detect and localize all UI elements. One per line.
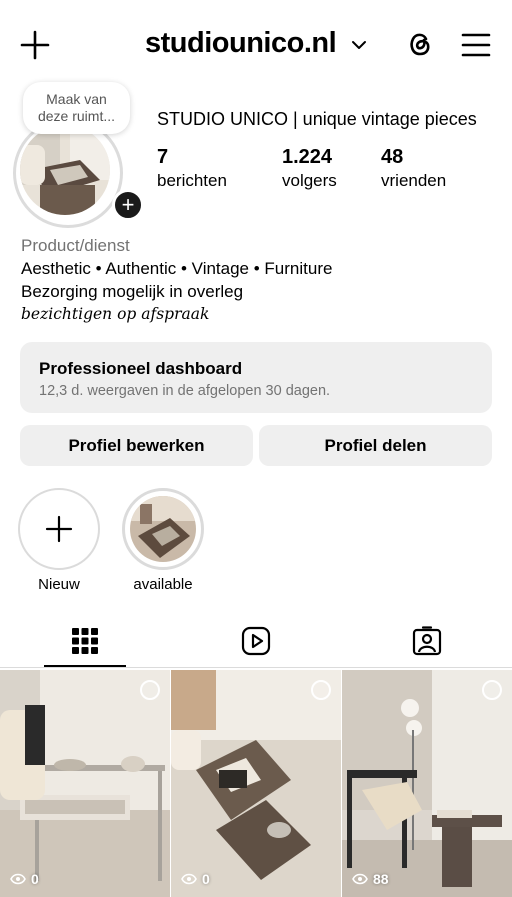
share-profile-button[interactable]: Profiel delen [259, 425, 492, 466]
avatar-image [20, 125, 110, 215]
highlight-new-circle [18, 488, 100, 570]
note-bubble[interactable]: Maak van deze ruimt... [23, 82, 130, 134]
post-thumbnail[interactable]: 0 [0, 670, 170, 897]
bio-line-2: Bezorging mogelijk in overleg [21, 282, 244, 301]
stat-posts-label: berichten [157, 171, 227, 190]
profile-tabs [0, 618, 512, 668]
stat-friends-label: vrienden [381, 171, 447, 190]
note-line-2: deze ruimt... [37, 108, 116, 124]
top-bar: studiounico.nl [0, 0, 512, 90]
active-tab-indicator [44, 665, 126, 667]
stat-posts-value: 7 [157, 146, 169, 168]
eye-icon [181, 873, 197, 885]
select-circle-icon[interactable] [311, 680, 331, 700]
threads-icon[interactable] [404, 28, 436, 60]
dashboard-title: Professioneel dashboard [39, 359, 243, 378]
note-line-1: Maak van [46, 91, 107, 107]
tagged-icon [412, 626, 442, 656]
stat-friends[interactable]: 48 vrienden [381, 146, 446, 191]
posts-grid: 0 0 88 [0, 670, 512, 897]
highlight-available-label: available [133, 576, 193, 593]
edit-profile-button[interactable]: Profiel bewerken [20, 425, 253, 466]
profile-category: Product/dienst [21, 236, 130, 255]
grid-icon [72, 628, 98, 654]
stat-followers[interactable]: 1.224 volgers [282, 146, 337, 191]
highlight-new[interactable]: Nieuw [18, 488, 100, 593]
bio-line-3: bezichtigen op afspraak [21, 305, 210, 323]
plus-icon[interactable] [18, 28, 52, 62]
tab-tagged[interactable] [342, 618, 512, 668]
tab-reels[interactable] [171, 618, 341, 668]
post-views-count: 0 [31, 871, 39, 887]
post-thumbnail[interactable]: 88 [342, 670, 512, 897]
eye-icon [10, 873, 26, 885]
highlight-available-circle [122, 488, 204, 570]
account-username[interactable]: studiounico.nl [145, 27, 337, 60]
add-story-plus-icon[interactable]: + [112, 189, 144, 221]
hamburger-menu-icon[interactable] [461, 31, 491, 59]
stat-followers-label: volgers [282, 171, 337, 190]
highlight-new-label: Nieuw [38, 576, 80, 593]
stat-followers-value: 1.224 [282, 146, 333, 168]
bio-line-1: Aesthetic • Authentic • Vintage • Furnit… [21, 259, 333, 278]
post-thumbnail[interactable]: 0 [171, 670, 341, 897]
select-circle-icon[interactable] [140, 680, 160, 700]
post-views-count: 0 [202, 871, 210, 887]
reels-icon [241, 626, 271, 656]
select-circle-icon[interactable] [482, 680, 502, 700]
post-views: 0 [181, 871, 210, 887]
post-views: 0 [10, 871, 39, 887]
post-views: 88 [352, 871, 389, 887]
stat-posts[interactable]: 7 berichten [157, 146, 227, 191]
professional-dashboard[interactable]: Professioneel dashboard 12,3 d. weergave… [20, 342, 492, 413]
tab-grid[interactable] [0, 618, 170, 668]
post-views-count: 88 [373, 871, 389, 887]
dashboard-subtitle: 12,3 d. weergaven in de afgelopen 30 dag… [39, 383, 331, 399]
chevron-down-icon[interactable] [350, 36, 368, 54]
stat-friends-value: 48 [381, 146, 404, 168]
plus-icon [45, 515, 73, 543]
highlight-available[interactable]: available [122, 488, 204, 593]
eye-icon [352, 873, 368, 885]
profile-display-name: STUDIO UNICO | unique vintage pieces [157, 109, 477, 129]
highlight-available-image [130, 496, 196, 562]
profile-avatar[interactable]: + [13, 118, 144, 228]
